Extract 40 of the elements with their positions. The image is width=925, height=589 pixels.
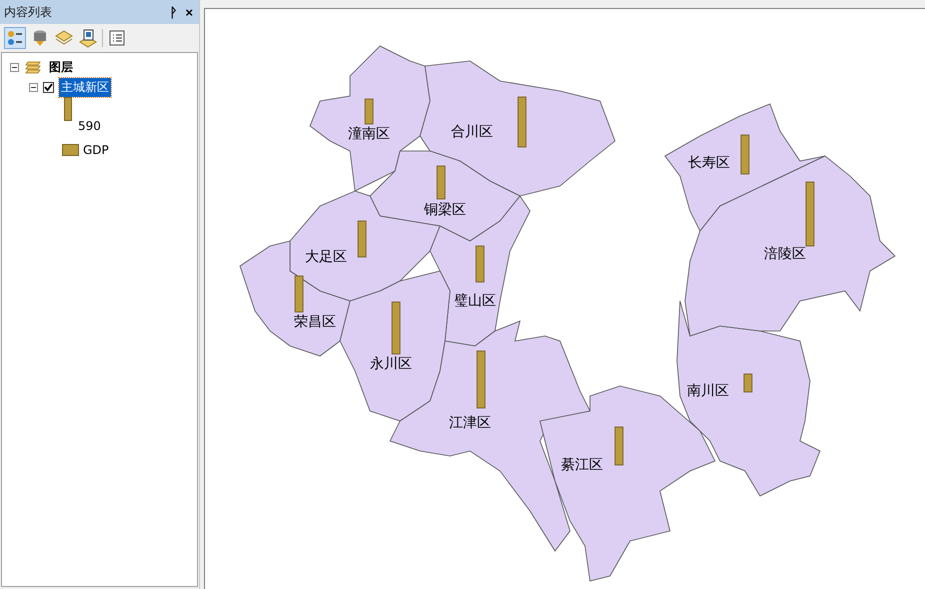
options-list-icon[interactable] [107,28,127,48]
gdp-bar [740,134,750,174]
close-button[interactable]: × [183,4,195,20]
collapse-toggle[interactable] [29,82,38,92]
legend-label: GDP [83,143,109,157]
district-label: 大足区 [305,250,347,264]
gdp-bar [436,166,446,200]
district-label: 江津区 [449,416,491,430]
gdp-bar [518,96,526,148]
layer-source-icon[interactable] [78,28,98,48]
list-by-drawing-order-icon[interactable] [4,27,26,49]
district-label: 长寿区 [688,156,730,170]
district-label: 涪陵区 [764,247,806,261]
layer-label[interactable]: 主城新区 [59,78,111,96]
gdp-bar [358,220,366,258]
district-label: 璧山区 [454,294,496,308]
gdp-bar [476,350,486,408]
layer-group-label[interactable]: 图层 [47,58,75,76]
layer-checkbox[interactable] [43,82,54,92]
district-label: 铜梁区 [424,203,466,217]
district-label: 荣昌区 [294,315,336,329]
gdp-bar [744,374,752,392]
pin-button[interactable]: ᚹ [167,4,180,20]
gdp-bar [294,276,304,312]
symbol-value: 590 [78,119,101,133]
district-label: 綦江区 [561,458,603,472]
district-label: 南川区 [687,384,729,398]
bar-symbol-icon [64,97,72,121]
district-label: 潼南区 [348,127,390,141]
color-swatch-icon [62,144,79,156]
gdp-bar [614,426,624,466]
layers-icon [24,60,42,74]
panel-title: 内容列表 [4,4,53,20]
collapse-toggle[interactable] [10,62,19,72]
gdp-bar [476,246,484,282]
district-label: 合川区 [451,125,493,139]
gdp-bar [364,98,374,124]
gdp-bar [392,302,400,354]
district-label: 永川区 [370,357,412,371]
gdp-bar [806,182,814,246]
